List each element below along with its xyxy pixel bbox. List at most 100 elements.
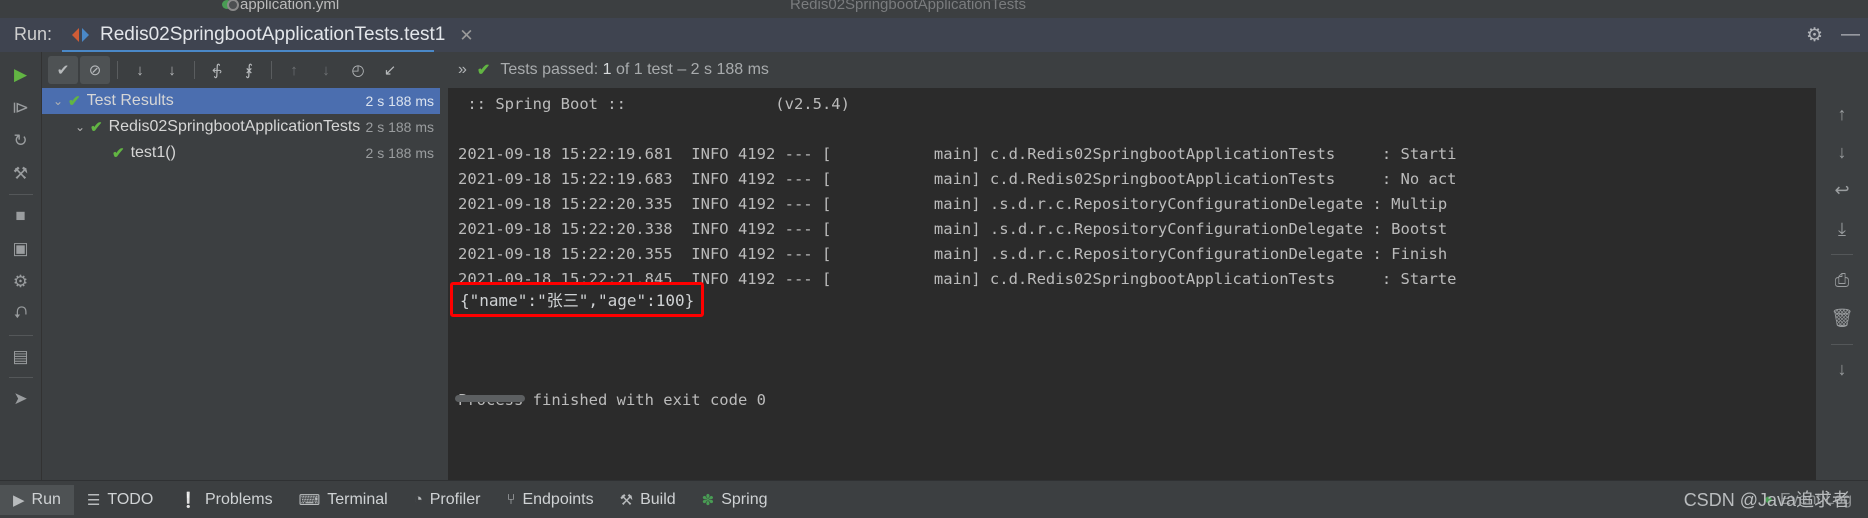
screenshot-camera-icon[interactable]: ▣ (0, 232, 42, 265)
gear-icon[interactable]: ⚙ (1806, 24, 1823, 47)
rail-divider (1831, 254, 1853, 256)
toolbar-divider (117, 61, 118, 79)
spring-leaf-icon: ✽ (701, 491, 715, 509)
test-tree-row-label: Redis02SpringbootApplicationTests (108, 118, 361, 135)
test-duration: 2 s 188 ms (361, 145, 434, 161)
junit-run-icon (72, 27, 90, 43)
console-line: 2021-09-18 15:22:20.338 INFO 4192 --- [ … (458, 220, 1448, 238)
bottom-bar-item-spring[interactable]: ✽ Spring (689, 485, 781, 515)
editor-tab-tests[interactable]: Redis02SpringbootApplicationTests (790, 0, 1026, 13)
bottom-bar-item-problems[interactable]: ❕ Problems (166, 485, 285, 515)
test-passed-check-icon: ✔ (90, 119, 103, 136)
profiler-icon: ◔ (413, 491, 423, 508)
scroll-down-icon[interactable]: ↓ (1822, 134, 1862, 170)
test-tree-row[interactable]: ✔ test1() 2 s 188 ms (42, 140, 440, 166)
idea-run-tool-window: application.yml Redis02SpringbootApplica… (0, 0, 1868, 518)
bottom-bar-item-label: Build (640, 490, 676, 508)
run-actions-rail: ▶ ⧐ ↻ ⚒ ■ ▣ ⚙ ⮏ ▤ ➤ (0, 52, 42, 480)
soft-wrap-icon[interactable]: ↩ (1822, 173, 1862, 209)
tests-passed-prefix: Tests passed: (500, 61, 603, 78)
process-finished-line: Process finished with exit code 0 (458, 391, 766, 409)
rail-divider (8, 335, 33, 336)
bottom-tool-window-bar: ▶ Run ☰ TODO ❕ Problems ⌨ Terminal ◔ Profiler ⑂ End… (0, 480, 1868, 518)
scroll-up-icon[interactable]: ↑ (1822, 96, 1862, 132)
console-line: :: Spring Boot :: (v2.5.4) (458, 95, 850, 113)
build-hammer-icon: ⚒ (619, 491, 634, 509)
scroll-bottom-icon[interactable]: ↓ (1822, 352, 1862, 388)
layout-icon[interactable]: ▤ (0, 340, 42, 373)
bottom-bar-item-label: Profiler (429, 490, 481, 508)
test-tree-row-label: test1() (130, 144, 176, 161)
debug-bug-icon[interactable]: ⚙ (0, 265, 42, 298)
console-output[interactable]: :: Spring Boot :: (v2.5.4) 2021-09-18 15… (448, 88, 1816, 388)
console-status-bar: » ✔ Tests passed: 1 of 1 test – 2 s 188 … (448, 52, 1816, 88)
highlighted-json-output: {"name":"张三","age":100} (450, 282, 705, 317)
bottom-bar-item-terminal[interactable]: ⌨ Terminal (286, 485, 401, 515)
sort-alphabetically-icon[interactable]: ↓ (125, 56, 155, 84)
collapse-all-icon[interactable]: ⨘ (234, 56, 264, 84)
rerun-automatically-icon[interactable]: ↻ (0, 124, 42, 157)
bottom-bar-item-run[interactable]: ▶ Run (0, 484, 74, 515)
bottom-bar-item-label: Endpoints (522, 490, 594, 508)
problems-warning-icon: ❕ (179, 491, 198, 509)
yaml-file-icon (222, 0, 239, 11)
test-duration: 2 s 188 ms (361, 119, 434, 135)
test-tree-row[interactable]: ⌄ ✔ Test Results 2 s 188 ms (42, 88, 440, 114)
bottom-bar-item-label: TODO (107, 490, 154, 508)
import-tests-icon[interactable]: ↙ (375, 56, 405, 84)
test-history-icon[interactable]: ◴ (343, 56, 373, 84)
pin-icon[interactable]: ➤ (0, 382, 42, 415)
console-line: 2021-09-18 15:22:20.335 INFO 4192 --- [ … (458, 195, 1448, 213)
bottom-bar-item-label: Terminal (327, 490, 388, 508)
vertical-splitter[interactable] (440, 88, 448, 480)
export-icon[interactable]: ⮏ (0, 298, 42, 331)
bottom-bar-item-profiler[interactable]: ◔ Profiler (401, 485, 494, 515)
console-horizontal-scrollbar[interactable] (455, 395, 525, 402)
print-icon[interactable]: ⎙ (1822, 262, 1862, 298)
rail-divider (8, 194, 33, 195)
settings-wrench-icon[interactable]: ⚒ (0, 157, 42, 190)
chevron-down-icon[interactable]: ⌄ (48, 94, 68, 108)
prev-failed-icon[interactable]: ↑ (279, 56, 309, 84)
show-passed-toggle[interactable]: ✔ (48, 56, 78, 84)
test-passed-check-icon: ✔ (112, 145, 125, 162)
expand-toolbar-icon[interactable]: » (458, 61, 467, 79)
endpoints-icon: ⑂ (506, 491, 516, 508)
console-line: 2021-09-18 15:22:19.681 INFO 4192 --- [ … (458, 145, 1457, 163)
test-tree-row[interactable]: ⌄ ✔ Redis02SpringbootApplicationTests 2 s 1… (42, 114, 440, 140)
bottom-bar-item-label: Run (31, 490, 61, 508)
console-actions-rail: ↑ ↓ ↩ ⤓ ⎙ 🗑 ↓ (1816, 88, 1868, 388)
scroll-to-end-icon[interactable]: ⤓ (1822, 211, 1862, 247)
rerun-failed-icon[interactable]: ⧐ (0, 91, 42, 124)
editor-tab-application-yml[interactable]: application.yml (222, 0, 339, 13)
todo-list-icon: ☰ (86, 491, 101, 509)
clear-all-icon[interactable]: 🗑 (1822, 300, 1862, 336)
test-duration: 2 s 188 ms (361, 93, 434, 109)
run-tab-title: Redis02SpringbootApplicationTests.test1 (100, 24, 446, 45)
sort-by-duration-icon[interactable]: ↓ (157, 56, 187, 84)
rail-divider (1831, 343, 1853, 345)
console-output-footer[interactable]: Process finished with exit code 0 (448, 388, 1816, 480)
bottom-bar-item-build[interactable]: ⚒ Build (607, 485, 689, 515)
close-icon[interactable]: ✕ (459, 27, 473, 44)
toolbar-divider (271, 61, 272, 79)
tests-passed-check-icon: ✔ (476, 62, 491, 79)
test-results-tree: ⌄ ✔ Test Results 2 s 188 ms ⌄ ✔ Redis02Springb… (42, 88, 440, 393)
rerun-icon[interactable]: ▶ (0, 58, 42, 91)
editor-tab-label: application.yml (240, 0, 340, 13)
watermark: CSDN @Java追求者 (1683, 490, 1850, 510)
editor-tab-strip: application.yml Redis02SpringbootApplica… (0, 0, 1868, 18)
minimize-icon[interactable]: — (1841, 24, 1860, 47)
show-ignored-toggle[interactable]: ⊘ (80, 56, 110, 84)
terminal-icon: ⌨ (298, 491, 321, 509)
run-label: Run: (14, 24, 53, 44)
run-configuration-tab[interactable]: Redis02SpringbootApplicationTests.test1 … (62, 18, 484, 52)
bottom-bar-item-todo[interactable]: ☰ TODO (74, 485, 166, 515)
tests-passed-suffix: of 1 test – 2 s 188 ms (611, 61, 769, 78)
stop-icon[interactable]: ■ (0, 199, 42, 232)
console-line: 2021-09-18 15:22:20.355 INFO 4192 --- [ … (458, 245, 1448, 263)
expand-all-icon[interactable]: ⨗ (202, 56, 232, 84)
chevron-down-icon[interactable]: ⌄ (70, 120, 90, 134)
next-failed-icon[interactable]: ↓ (311, 56, 341, 84)
bottom-bar-item-endpoints[interactable]: ⑂ Endpoints (493, 485, 606, 515)
